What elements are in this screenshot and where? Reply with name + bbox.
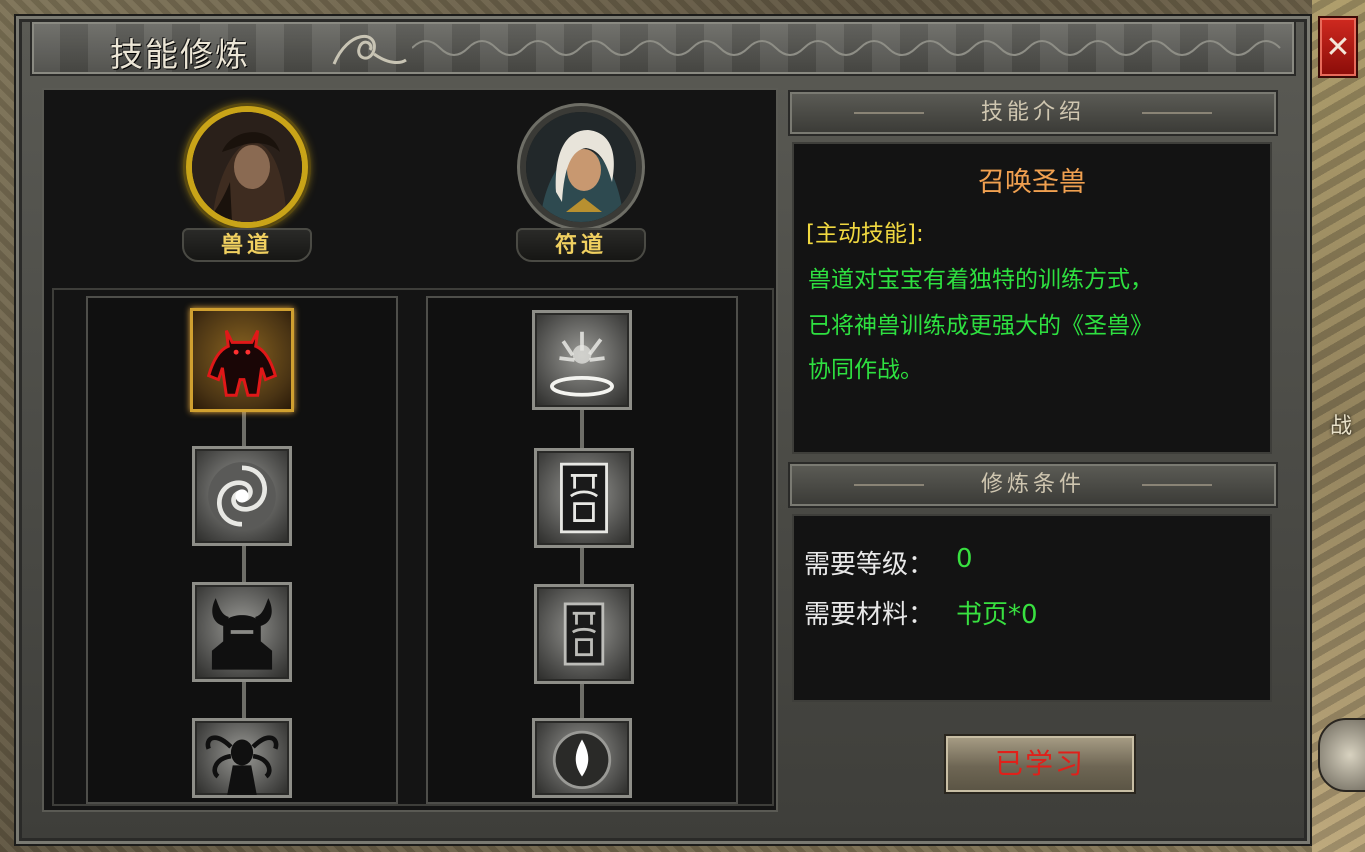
- header-divider: [854, 484, 924, 486]
- swirl-icon: [208, 462, 276, 530]
- skill-talisman-3[interactable]: [534, 584, 634, 684]
- medusa-icon: [205, 735, 279, 795]
- header-divider: [1142, 484, 1212, 486]
- side-round-button[interactable]: [1318, 718, 1365, 792]
- ring-icon: [550, 331, 614, 397]
- hero-name-beast: 兽道: [182, 228, 312, 262]
- close-button[interactable]: ✕: [1318, 16, 1358, 78]
- requirements-header-label: 修炼条件: [980, 472, 1085, 497]
- title-bar-pattern: [412, 40, 1281, 56]
- summon-beast-icon: [206, 329, 278, 397]
- flame-orb-icon: [552, 730, 612, 789]
- requirements-box: 需要等级： 0 需要材料： 书页*0: [792, 514, 1272, 702]
- skill-name: 召唤圣兽: [978, 167, 1086, 198]
- requirements-header: 修炼条件: [788, 462, 1278, 508]
- window-title: 技能修炼: [110, 35, 250, 74]
- level-value: 0: [956, 544, 973, 574]
- material-label: 需要材料：: [804, 600, 935, 630]
- skill-beast-2[interactable]: [192, 446, 292, 546]
- tree-connector: [242, 546, 246, 586]
- hero-tab-beast[interactable]: 兽道: [172, 106, 322, 286]
- tree-connector: [580, 680, 584, 722]
- tree-connector: [242, 682, 246, 722]
- tree-connector: [580, 408, 584, 450]
- mage-portrait-icon: [526, 112, 636, 222]
- skill-beast-4[interactable]: [192, 718, 292, 798]
- skill-intro-box: 召唤圣兽 [主动技能]: 兽道对宝宝有着独特的训练方式， 已将神兽训练成更强大的…: [792, 142, 1272, 454]
- skill-talisman-2[interactable]: [534, 448, 634, 548]
- talisman-icon: [560, 462, 608, 534]
- hero-portrait-beast[interactable]: [186, 106, 308, 228]
- talisman-icon: [563, 602, 605, 666]
- header-divider: [1142, 112, 1212, 114]
- horned-helm-icon: [211, 598, 273, 670]
- skill-type: [主动技能]:: [806, 221, 924, 247]
- skill-talisman-1[interactable]: [532, 310, 632, 410]
- learned-button[interactable]: 已学习: [944, 734, 1136, 794]
- title-ornament-icon: [332, 34, 407, 65]
- hero-portrait-talisman[interactable]: [520, 106, 642, 228]
- skill-intro-header-label: 技能介绍: [980, 100, 1085, 125]
- skill-description-line: 协同作战。: [808, 357, 923, 383]
- side-menu-label[interactable]: 战: [1330, 408, 1352, 440]
- tree-connector: [242, 410, 246, 450]
- tree-connector: [580, 544, 584, 586]
- hero-name-talisman: 符道: [516, 228, 646, 262]
- skill-description-line: 兽道对宝宝有着独特的训练方式，: [808, 267, 1153, 293]
- level-label: 需要等级：: [804, 550, 935, 580]
- skill-description-line: 已将神兽训练成更强大的《圣兽》: [808, 313, 1153, 339]
- warrior-portrait-icon: [192, 112, 302, 222]
- hero-tab-talisman[interactable]: 符道: [506, 106, 656, 286]
- skill-intro-header: 技能介绍: [788, 90, 1278, 136]
- material-value: 书页*0: [956, 600, 1038, 630]
- skill-talisman-4[interactable]: [532, 718, 632, 798]
- skill-summon-beast[interactable]: [190, 308, 294, 412]
- header-divider: [854, 112, 924, 114]
- skill-beast-3[interactable]: [192, 582, 292, 682]
